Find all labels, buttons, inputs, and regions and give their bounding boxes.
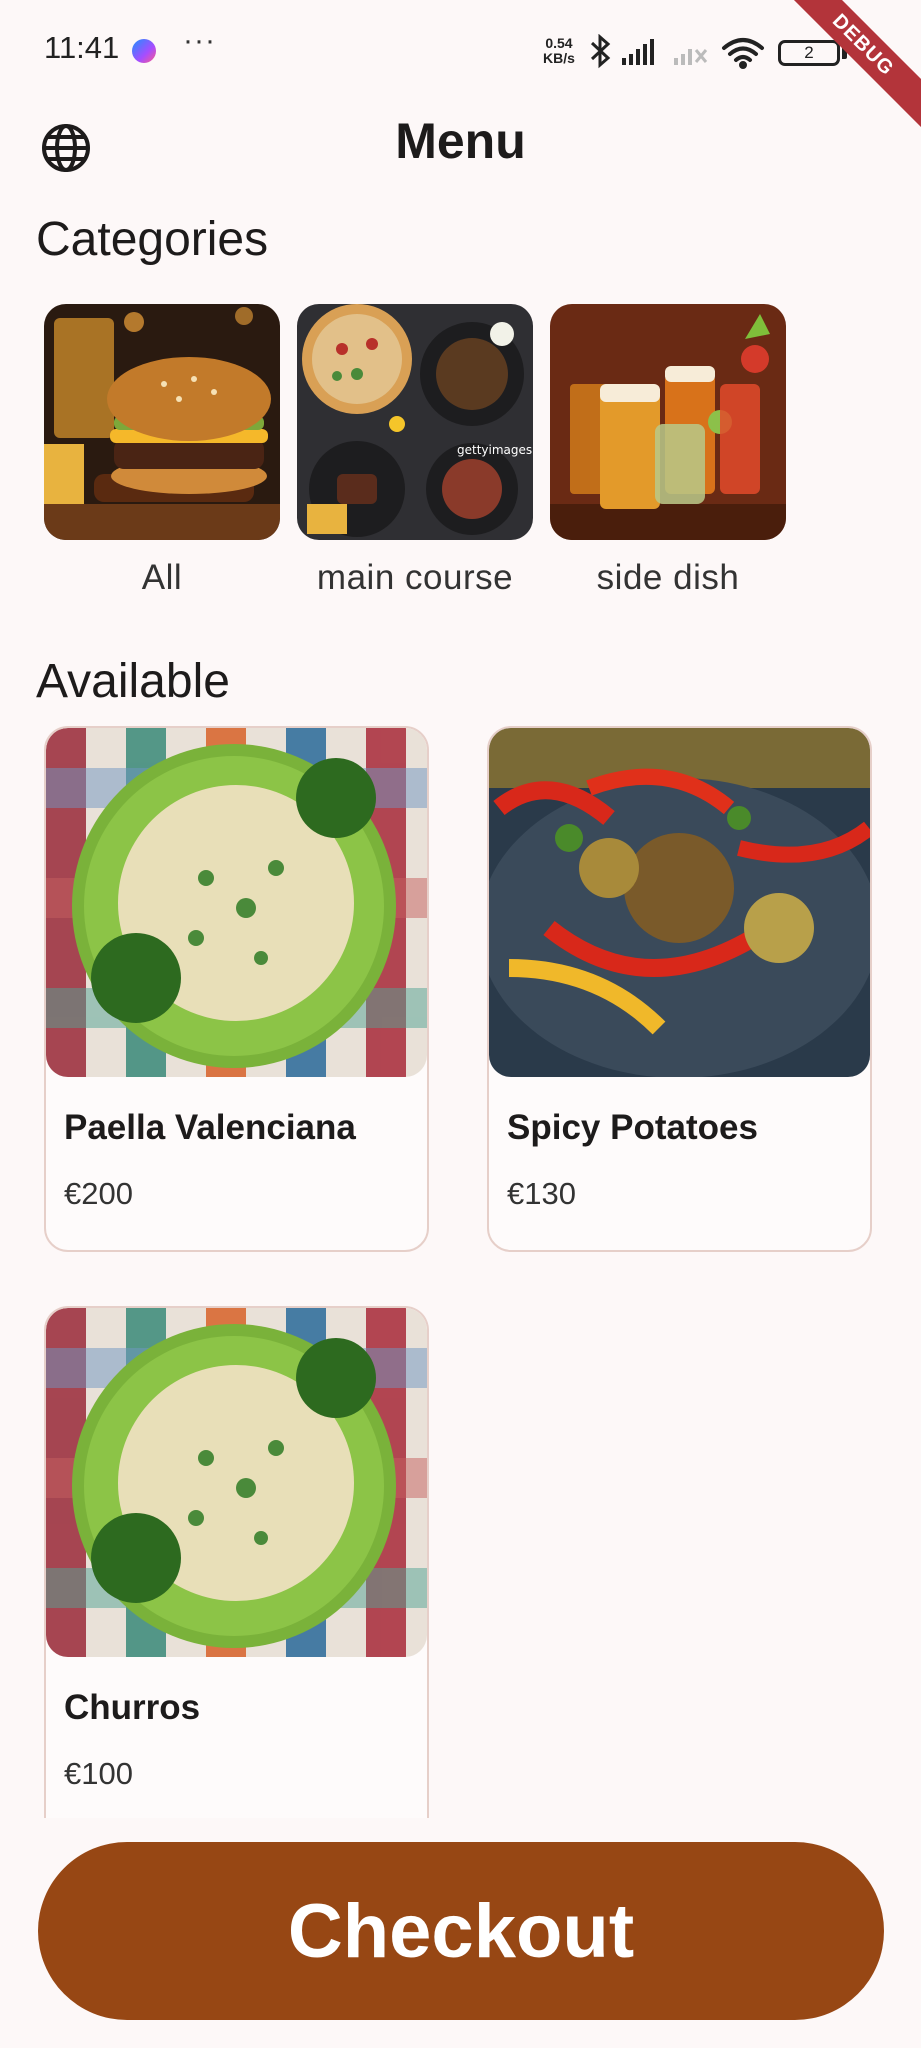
messenger-icon <box>132 39 156 63</box>
category-label: side dish <box>596 558 740 597</box>
category-all[interactable]: All <box>44 304 280 598</box>
available-heading: Available <box>36 655 230 708</box>
battery-icon: 2 <box>778 40 840 66</box>
checkout-button[interactable]: Checkout <box>38 1842 884 2020</box>
svg-text:gettyimages: gettyimages <box>457 443 532 457</box>
category-label: All <box>141 558 183 597</box>
signal-icon <box>622 39 654 65</box>
category-main-course[interactable]: gettyimages main course <box>297 304 533 598</box>
category-side-dish[interactable]: side dish <box>550 304 786 598</box>
status-bar: 11:41 ··· 0.54 KB/s 2 DEBUG <box>0 0 921 135</box>
pizza-and-dishes-photo: gettyimages <box>297 304 533 540</box>
page-title: Menu <box>395 113 526 169</box>
categories-heading: Categories <box>36 213 269 266</box>
network-speed: 0.54 KB/s <box>543 36 575 66</box>
bluetooth-icon <box>590 34 611 69</box>
more-notifications-icon: ··· <box>183 24 216 57</box>
menu-item-card[interactable]: Churros €100 <box>44 1306 429 1818</box>
menu-item-name: Churros <box>64 1688 201 1727</box>
status-icons <box>590 34 764 69</box>
status-time: 11:41 <box>44 30 120 65</box>
peppers-chicken-photo <box>489 728 870 1077</box>
signal-weak-icon <box>674 49 708 65</box>
menu-item-price: €200 <box>64 1176 133 1211</box>
wifi-icon <box>722 38 764 69</box>
bowtie-pasta-photo <box>46 728 427 1077</box>
category-label: main course <box>316 558 514 597</box>
network-speed-value: 0.54 <box>545 35 573 51</box>
menu-item-card[interactable]: Paella Valenciana €200 <box>44 726 429 1252</box>
drinks-photo <box>550 304 786 540</box>
menu-item-name: Spicy Potatoes <box>507 1108 758 1147</box>
menu-item-card[interactable]: Spicy Potatoes €130 <box>487 726 872 1252</box>
menu-item-price: €100 <box>64 1756 133 1791</box>
bowtie-pasta-photo <box>46 1308 427 1657</box>
menu-item-name: Paella Valenciana <box>64 1108 356 1147</box>
network-speed-unit: KB/s <box>543 50 575 66</box>
menu-item-price: €130 <box>507 1176 576 1211</box>
burger-photo <box>44 304 280 540</box>
